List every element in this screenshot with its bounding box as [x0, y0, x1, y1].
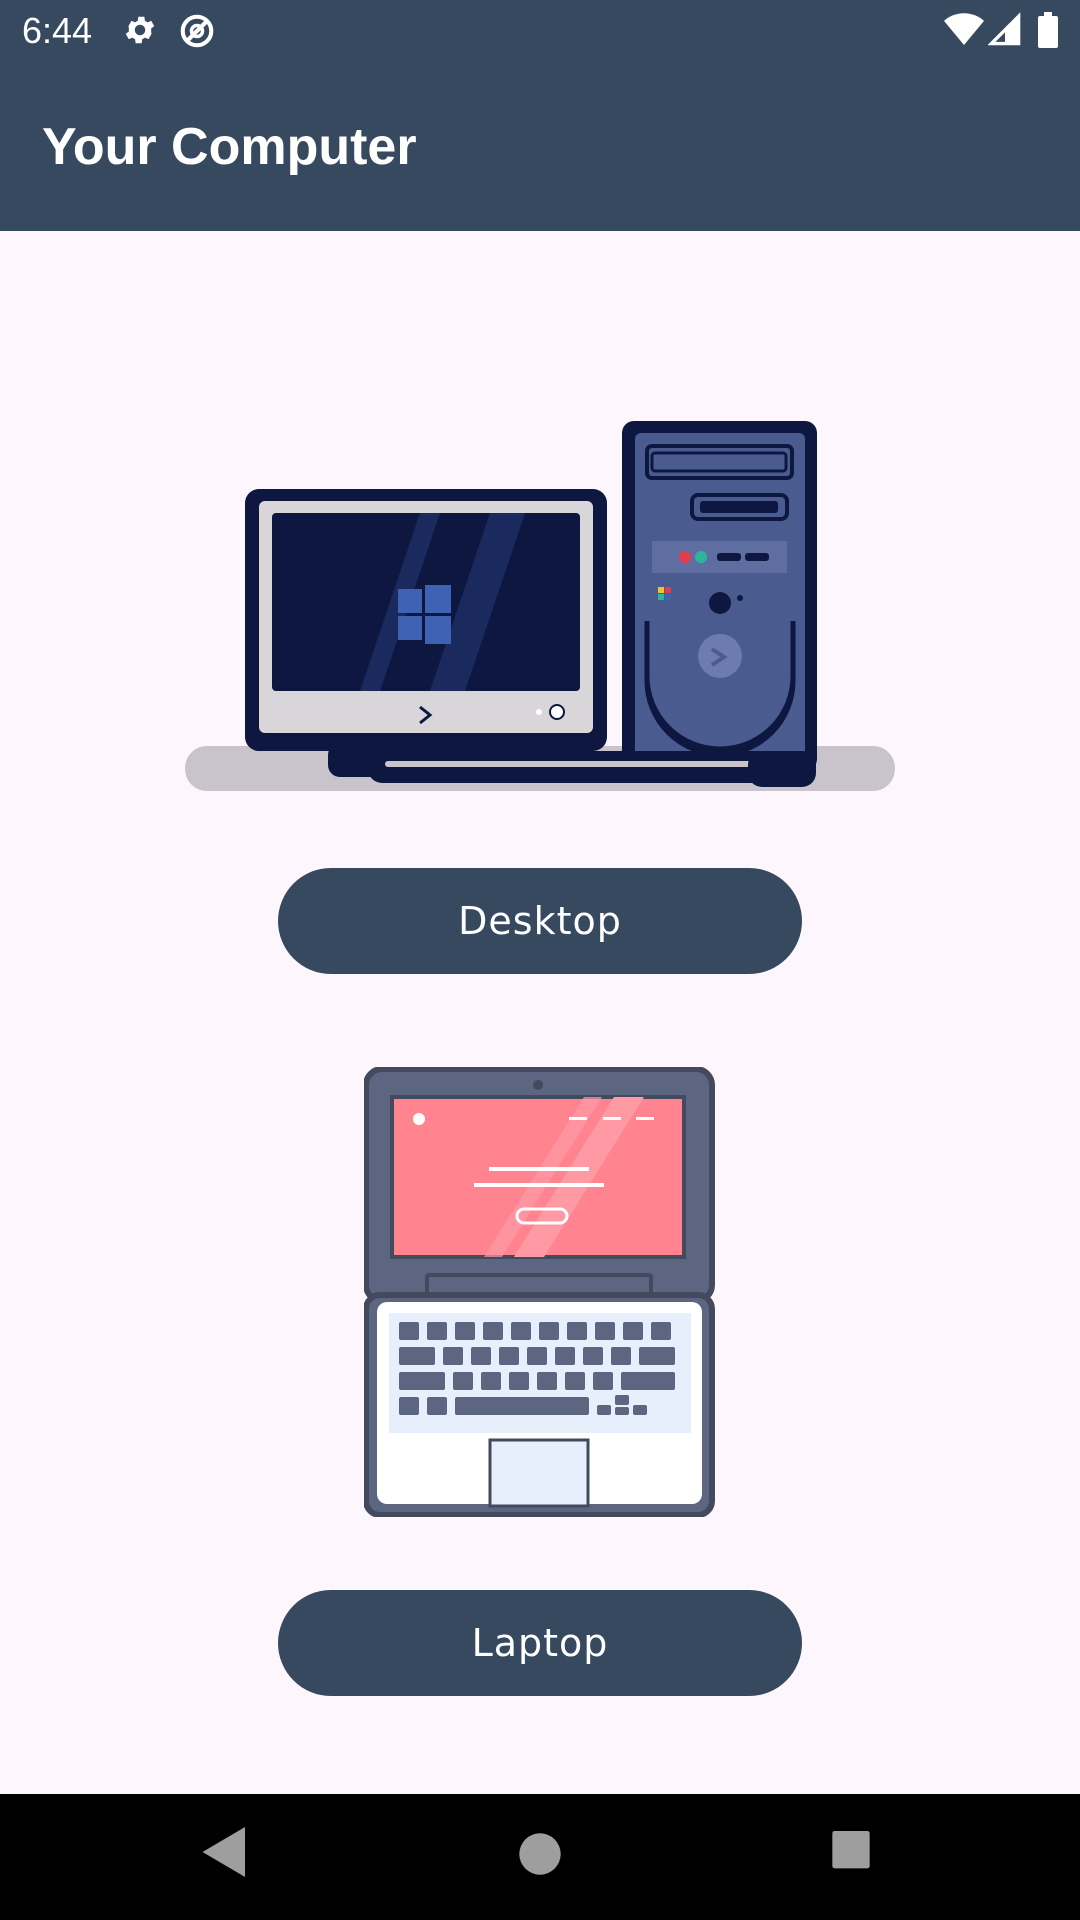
back-icon[interactable] [200, 1824, 250, 1885]
app-bar: Your Computer [0, 63, 1080, 231]
status-bar: 6:44 [0, 0, 1080, 63]
page-title: Your Computer [42, 118, 417, 176]
status-time: 6:44 [22, 10, 93, 51]
home-icon[interactable] [517, 1824, 563, 1889]
settings-icon [122, 12, 158, 53]
no-disturb-icon [178, 12, 216, 55]
battery-icon [1038, 12, 1058, 53]
laptop-illustration[interactable] [363, 1066, 716, 1522]
content: Desktop Laptop [0, 231, 1080, 1794]
navigation-bar [0, 1794, 1080, 1920]
wifi-icon [944, 12, 984, 53]
laptop-button[interactable]: Laptop [278, 1590, 802, 1696]
recents-icon[interactable] [830, 1824, 872, 1885]
desktop-computer-illustration[interactable] [180, 391, 900, 796]
signal-icon [987, 12, 1022, 53]
desktop-button[interactable]: Desktop [278, 868, 802, 974]
